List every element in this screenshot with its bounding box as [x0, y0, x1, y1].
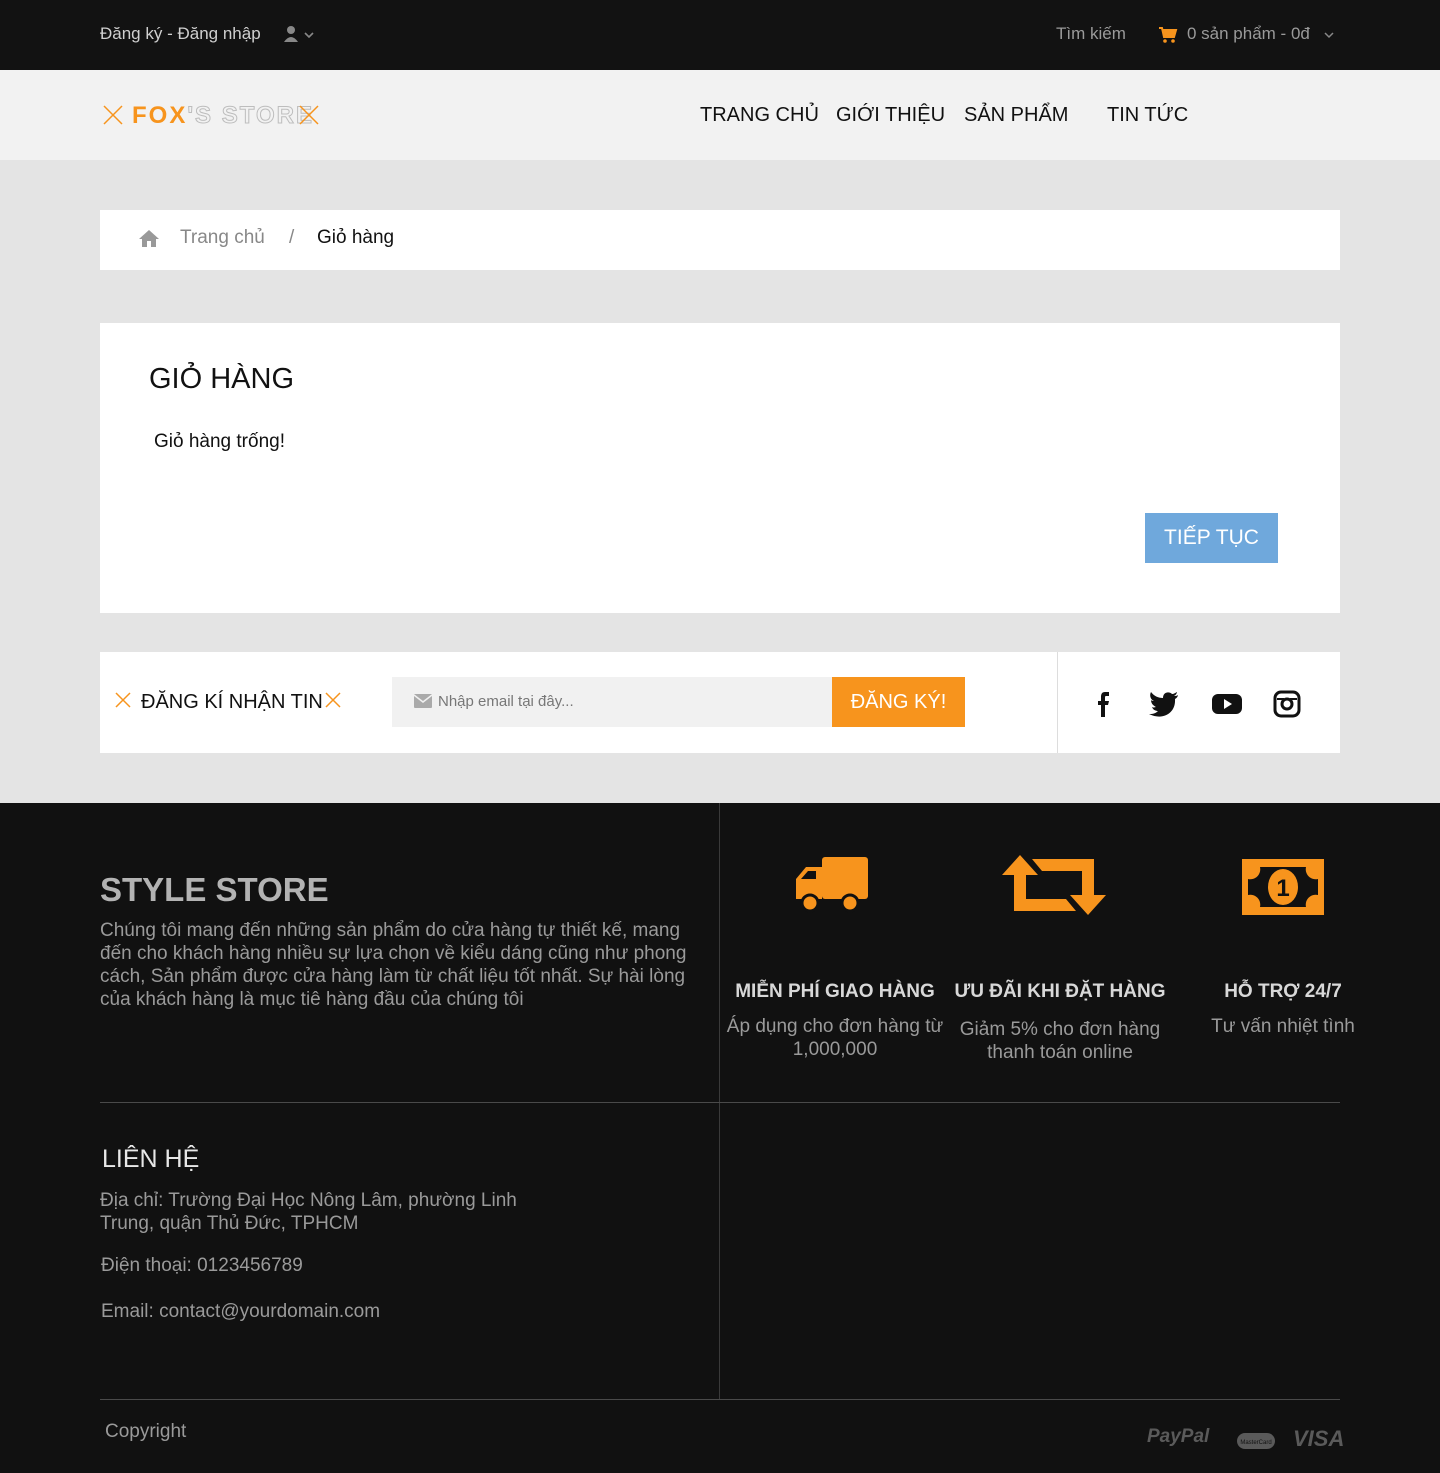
breadcrumb-home[interactable]: Trang chủ	[180, 227, 265, 249]
contact-address: Địa chỉ: Trường Đại Học Nông Lâm, phường…	[100, 1190, 517, 1234]
feature-title: MIỄN PHÍ GIAO HÀNG	[735, 981, 935, 1002]
continue-button[interactable]: TIẾP TỤC	[1145, 513, 1278, 563]
breadcrumb: Trang chủ / Giỏ hàng	[100, 210, 1340, 270]
divider	[100, 1102, 1340, 1103]
subscribe-button[interactable]: ĐĂNG KÝ!	[832, 677, 965, 727]
feature-free-shipping: MIỄN PHÍ GIAO HÀNG Áp dụng cho đơn hàng …	[720, 853, 950, 1060]
svg-text:1: 1	[1276, 875, 1289, 902]
footer-store-description: Chúng tôi mang đến những sản phẩm do cửa…	[100, 920, 687, 1010]
truck-icon	[796, 857, 868, 913]
footer-store-title: STYLE STORE	[100, 871, 329, 908]
logo-part1: FOX	[132, 102, 188, 129]
money-icon: 1	[1242, 859, 1324, 915]
nav-products[interactable]: SẢN PHẨM	[964, 104, 1068, 127]
retweet-icon	[1002, 855, 1106, 915]
nav-about[interactable]: GIỚI THIỆU	[836, 104, 945, 127]
feature-description: Giảm 5% cho đơn hàng thanh toán online	[959, 1019, 1161, 1063]
feature-order-offer: ƯU ĐÃI KHI ĐẶT HÀNG Giảm 5% cho đơn hàng…	[945, 853, 1175, 1063]
nav-home[interactable]: TRANG CHỦ	[700, 104, 819, 127]
instagram-icon[interactable]	[1270, 686, 1304, 720]
visa-logo: VISA	[1293, 1426, 1345, 1451]
user-icon[interactable]	[283, 25, 315, 45]
cross-decor-icon	[299, 105, 319, 125]
cart-empty-message: Giỏ hàng trống!	[154, 431, 285, 452]
mastercard-text: MasterCard	[1240, 1440, 1271, 1446]
feature-title: ƯU ĐÃI KHI ĐẶT HÀNG	[954, 981, 1166, 1002]
contact-phone: Điện thoại: 0123456789	[101, 1255, 303, 1276]
breadcrumb-current: Giỏ hàng	[317, 227, 395, 248]
top-bar: Đăng ký - Đăng nhập Tìm kiếm 0 sản phẩm …	[0, 0, 1440, 70]
main-header: FOX'S STORE TRANG CHỦ GIỚI THIỆU SẢN PHẨ…	[0, 70, 1440, 160]
newsletter-label: ĐĂNG KÍ NHẬN TIN	[141, 691, 323, 713]
social-links	[1058, 652, 1340, 753]
feature-description: Áp dụng cho đơn hàng từ 1,000,000	[726, 1016, 944, 1060]
footer: STYLE STORE Chúng tôi mang đến những sản…	[0, 803, 1440, 1473]
store-logo[interactable]: FOX'S STORE	[100, 100, 324, 132]
email-field[interactable]: Nhập email tại đây...	[392, 677, 832, 727]
cart-summary[interactable]: 0 sản phẩm - 0đ	[1187, 24, 1310, 44]
email-placeholder: Nhập email tại đây...	[438, 693, 574, 710]
youtube-icon[interactable]	[1210, 686, 1244, 720]
twitter-icon[interactable]	[1147, 686, 1181, 720]
home-icon[interactable]	[138, 228, 160, 248]
mastercard-logo: MasterCard	[1237, 1433, 1275, 1449]
feature-support: 1 HỖ TRỢ 24/7 Tư vấn nhiệt tình	[1168, 853, 1398, 1037]
cross-decor-icon	[325, 692, 341, 708]
cart-icon[interactable]	[1158, 26, 1178, 44]
copyright: Copyright	[105, 1421, 187, 1442]
nav-news[interactable]: TIN TỨC	[1107, 104, 1188, 127]
contact-email[interactable]: Email: contact@yourdomain.com	[101, 1300, 541, 1323]
feature-title: HỖ TRỢ 24/7	[1224, 981, 1342, 1002]
contact-title: LIÊN HỆ	[102, 1145, 200, 1173]
newsletter: ĐĂNG KÍ NHẬN TIN Nhập email tại đây... Đ…	[100, 652, 1058, 753]
paypal-logo: PayPal	[1147, 1426, 1210, 1447]
search-link[interactable]: Tìm kiếm	[1056, 24, 1126, 44]
breadcrumb-separator: /	[289, 227, 295, 248]
mail-icon	[414, 694, 432, 708]
divider	[100, 1399, 1340, 1400]
chevron-down-icon[interactable]	[1323, 30, 1335, 40]
logo-part2: 'S STORE	[187, 102, 314, 130]
auth-link[interactable]: Đăng ký - Đăng nhập	[100, 24, 261, 44]
cart-panel: GIỎ HÀNG Giỏ hàng trống! TIẾP TỤC	[100, 323, 1340, 613]
feature-description: Tư vấn nhiệt tình	[1211, 1016, 1355, 1037]
facebook-icon[interactable]	[1086, 686, 1120, 720]
cart-title: GIỎ HÀNG	[149, 363, 295, 395]
cross-decor-icon	[103, 105, 123, 125]
cross-decor-icon	[115, 692, 131, 708]
